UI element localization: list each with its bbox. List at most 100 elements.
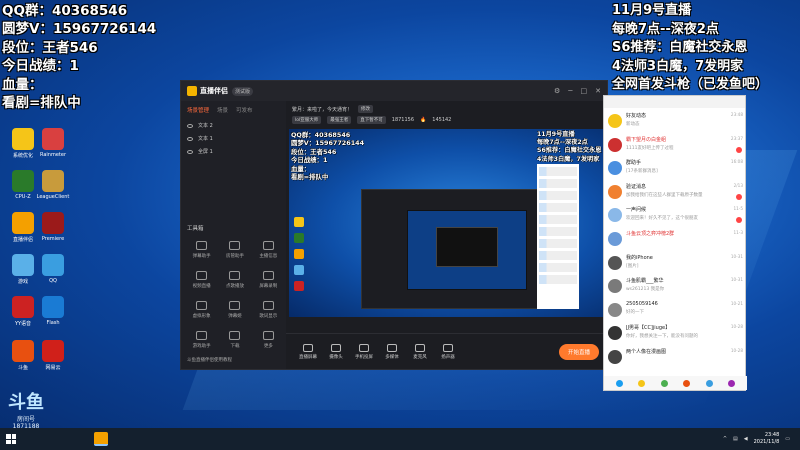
screen-capture-button[interactable]: 直播屏幕 — [294, 343, 322, 360]
menu-icon[interactable] — [615, 379, 623, 387]
speaker-button[interactable]: 扬声器 — [434, 343, 462, 360]
eye-icon[interactable] — [187, 149, 193, 154]
qq-message-time: 16:08 — [730, 159, 743, 165]
avatar — [608, 208, 622, 223]
qq-conversation-item[interactable]: 斗鱼肌霸___繁华 ws261213 我是你 10-31 — [604, 275, 747, 299]
desktop-icon[interactable]: 系统优化 — [6, 128, 40, 159]
tab-scene-manage[interactable]: 场景管理 — [187, 106, 209, 114]
qq-conversation-item[interactable]: 好友动态 新动态 23:48 — [604, 110, 747, 134]
desktop-icon-label: 游戏 — [17, 279, 28, 285]
desktop-icon[interactable]: 直播伴侣 — [6, 212, 40, 243]
app-titlebar[interactable]: 直播伴侣 测试版 ⚙ ─ □ ✕ — [181, 81, 607, 101]
desktop: 系统优化 Rainmeter CPU-Z LeagueClient 直播伴侣 Premie… — [0, 0, 800, 428]
weiyun-icon[interactable] — [705, 379, 713, 387]
desktop-icon[interactable]: Premiere — [36, 212, 70, 242]
taskbar-clock[interactable]: 23:48 2021/11/8 — [754, 432, 780, 446]
tool-label: 麦克风 — [413, 354, 427, 360]
camera-button[interactable]: 摄像头 — [322, 343, 350, 360]
rank-badge[interactable]: 最强王者 — [327, 116, 352, 124]
mail-icon[interactable] — [660, 379, 668, 387]
qq-conversation-item[interactable]: 群助手 [17条新群消息] 16:08 — [604, 157, 747, 181]
settings-icon[interactable]: ⚙ — [554, 87, 560, 95]
desktop-icon[interactable]: CPU-Z — [6, 170, 40, 200]
media-button[interactable]: 多媒体 — [378, 343, 406, 360]
qq-conversation-item[interactable]: 斗鱼云顶之弈冲榜2群 11-3 — [604, 228, 747, 252]
toolbox-item[interactable]: 更多 — [252, 331, 285, 349]
desktop-icon[interactable]: Rainmeter — [36, 128, 70, 158]
microphone-icon — [415, 343, 425, 352]
desktop-icon-label: QQ — [49, 278, 57, 284]
start-live-button[interactable]: 开始直播 — [558, 343, 599, 360]
qq-conversation-item[interactable]: 霸下望月の白金組 1111友好吧上传了过程 23:37 — [604, 134, 747, 158]
qzone-icon[interactable] — [638, 379, 646, 387]
category-badge[interactable]: lol亚服大师 — [292, 116, 322, 124]
preview-line: 血量： — [291, 164, 311, 173]
eye-icon[interactable] — [187, 123, 193, 128]
qq-message-panel[interactable]: 好友动态 新动态 23:48 霸下望月の白金組 1111友好吧上传了过程 23:37 群助手… — [603, 95, 747, 391]
desktop-icon[interactable]: 游戏 — [6, 254, 40, 285]
toolbox-item[interactable]: 下载 — [218, 331, 251, 349]
qq-conversation-item[interactable]: 2505059146 好的一下 10-21 — [604, 299, 747, 323]
stream-preview[interactable]: QQ群：40368546 圆梦V：15967726144 段位：王者546 今日… — [289, 129, 605, 317]
taskbar-streaming-app[interactable] — [94, 432, 108, 446]
desktop-icon[interactable]: 斗鱼 — [6, 340, 40, 371]
toolbox-item[interactable]: 主播信息 — [252, 241, 285, 259]
scene-item[interactable]: 文本 2 — [181, 119, 286, 132]
game-icon[interactable] — [683, 379, 691, 387]
maximize-icon[interactable]: □ — [581, 87, 588, 95]
toolbox-item[interactable]: 屏幕录制 — [252, 271, 285, 289]
qq-conversation-item[interactable]: 一声问候 欢迎回来！好久不见了，这个很朋友 11-5 — [604, 204, 747, 228]
toolbox-item[interactable]: 虚拟形象 — [185, 301, 218, 319]
minimize-icon[interactable]: ─ — [568, 87, 572, 95]
app-center-icon[interactable] — [728, 379, 736, 387]
tab-scene[interactable]: 场景 — [217, 106, 228, 114]
microphone-button[interactable]: 麦克风 — [406, 343, 434, 360]
qq-conversation-item[interactable]: 验证消息 加我给我们在这些人群里下载原子数量 2/13 — [604, 181, 747, 205]
tray-chevron-icon[interactable]: ^ — [723, 436, 727, 442]
qq-conversation-text: 霸下望月の白金組 1111友好吧上传了过程 — [626, 136, 729, 151]
window-controls: ⚙ ─ □ ✕ — [554, 87, 601, 95]
desktop-icon-label: Rainmeter — [39, 152, 67, 158]
phone-cast-button[interactable]: 手机投屏 — [350, 343, 378, 360]
overlay-queue: 看剧=排队中 — [2, 95, 81, 112]
preview-nested-app — [361, 189, 539, 309]
toolbox-item[interactable]: 房管助手 — [218, 241, 251, 259]
desktop-icon[interactable]: Flash — [36, 296, 70, 326]
qq-conversation-item[interactable]: JJ男哥【CC]jiuge】 你好，我想关注一下，能没有问题的 10-28 — [604, 322, 747, 346]
desktop-icon-label: 斗鱼 — [17, 365, 28, 371]
overlay-recommend: S6推荐：白魔社交永恩 — [612, 40, 748, 56]
tutorial-link[interactable]: 斗鱼直播伴侣使用教程 — [187, 357, 232, 363]
overlay-comp: 4法师3白魔，7发明家 — [612, 58, 744, 74]
qq-conversation-text: 两个人像在漫画图 — [626, 348, 729, 357]
toolbox-item[interactable]: 弹幕助手 — [185, 241, 218, 259]
qq-conversation-item[interactable]: 两个人像在漫画图 10-28 — [604, 346, 747, 370]
qq-conversation-item[interactable]: 我的iPhone [图片] 10-31 — [604, 252, 747, 276]
app-icon — [12, 296, 34, 318]
toolbox-item[interactable]: 点歌播放 — [218, 271, 251, 289]
desktop-icon-label: Premiere — [41, 236, 65, 242]
edit-title-button[interactable]: 修改 — [358, 105, 374, 113]
desktop-icon[interactable]: 网易云 — [36, 340, 70, 371]
qq-conversation-text: 好友动态 新动态 — [626, 112, 729, 127]
scene-item[interactable]: 文本 1 — [181, 132, 286, 145]
close-icon[interactable]: ✕ — [595, 87, 601, 95]
toolbox-item[interactable]: 弹幕姬 — [218, 301, 251, 319]
tab-publish[interactable]: 可发布 — [236, 106, 253, 114]
eye-icon[interactable] — [187, 136, 193, 141]
watermark-brand: 斗鱼 — [8, 392, 44, 413]
source-toolbar: 直播屏幕 摄像头 手机投屏 多媒体 麦克风 扬声器 开始直播 — [286, 333, 607, 369]
network-icon[interactable]: ▤ — [733, 436, 738, 442]
scene-item[interactable]: 全屏 1 — [181, 145, 286, 158]
start-button[interactable] — [0, 428, 22, 450]
volume-icon[interactable]: ◀ — [744, 436, 748, 442]
toolbox-item[interactable]: 视频直播 — [185, 271, 218, 289]
app-icon — [42, 340, 64, 362]
toolbox-item[interactable]: 游戏助手 — [185, 331, 218, 349]
notification-icon[interactable]: ▭ — [785, 436, 790, 442]
desktop-icon[interactable]: LeagueClient — [36, 170, 70, 200]
desktop-icon[interactable]: YY语音 — [6, 296, 40, 327]
toolbox-item[interactable]: 歌词显示 — [252, 301, 285, 319]
desktop-icon[interactable]: QQ — [36, 254, 70, 284]
live-streaming-app-window[interactable]: 直播伴侣 测试版 ⚙ ─ □ ✕ 场景管理 场景 可发布 文本 2 文本 1 全… — [180, 80, 608, 370]
qq-conversation-text: 2505059146 好的一下 — [626, 301, 729, 315]
